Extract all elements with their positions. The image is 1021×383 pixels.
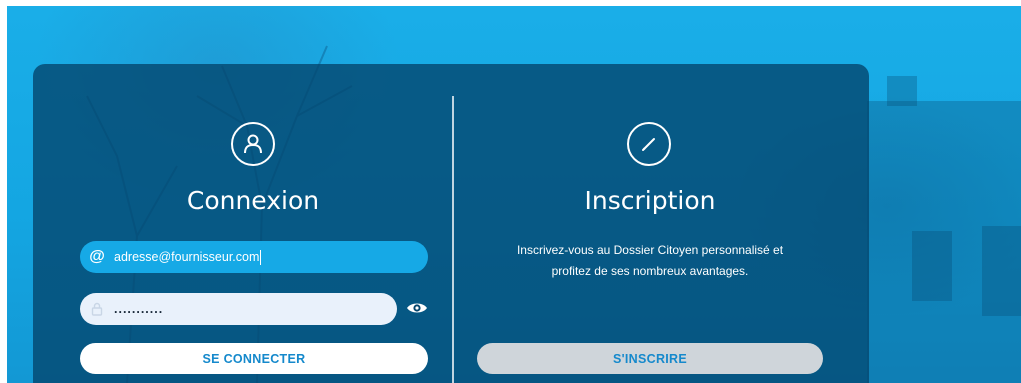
signup-description: Inscrivez-vous au Dossier Citoyen person… — [516, 243, 784, 278]
auth-panel — [33, 64, 869, 383]
at-icon: @ — [89, 248, 105, 265]
login-button[interactable]: SE CONNECTER — [80, 343, 428, 374]
pencil-icon — [627, 122, 671, 166]
panel-divider — [452, 96, 454, 383]
lock-icon — [80, 302, 114, 316]
signup-button[interactable]: S'INSCRIRE — [477, 343, 823, 374]
user-icon — [231, 122, 275, 166]
email-input-value[interactable]: adresse@fournisseur.com — [114, 250, 259, 264]
password-field[interactable]: ........... — [80, 293, 397, 325]
eye-icon[interactable] — [405, 298, 429, 318]
text-caret — [260, 249, 262, 265]
signup-title: Inscription — [584, 186, 716, 215]
password-input-value[interactable]: ........... — [114, 302, 163, 316]
email-field[interactable]: @ adresse@fournisseur.com — [80, 241, 428, 273]
login-title: Connexion — [186, 186, 320, 215]
